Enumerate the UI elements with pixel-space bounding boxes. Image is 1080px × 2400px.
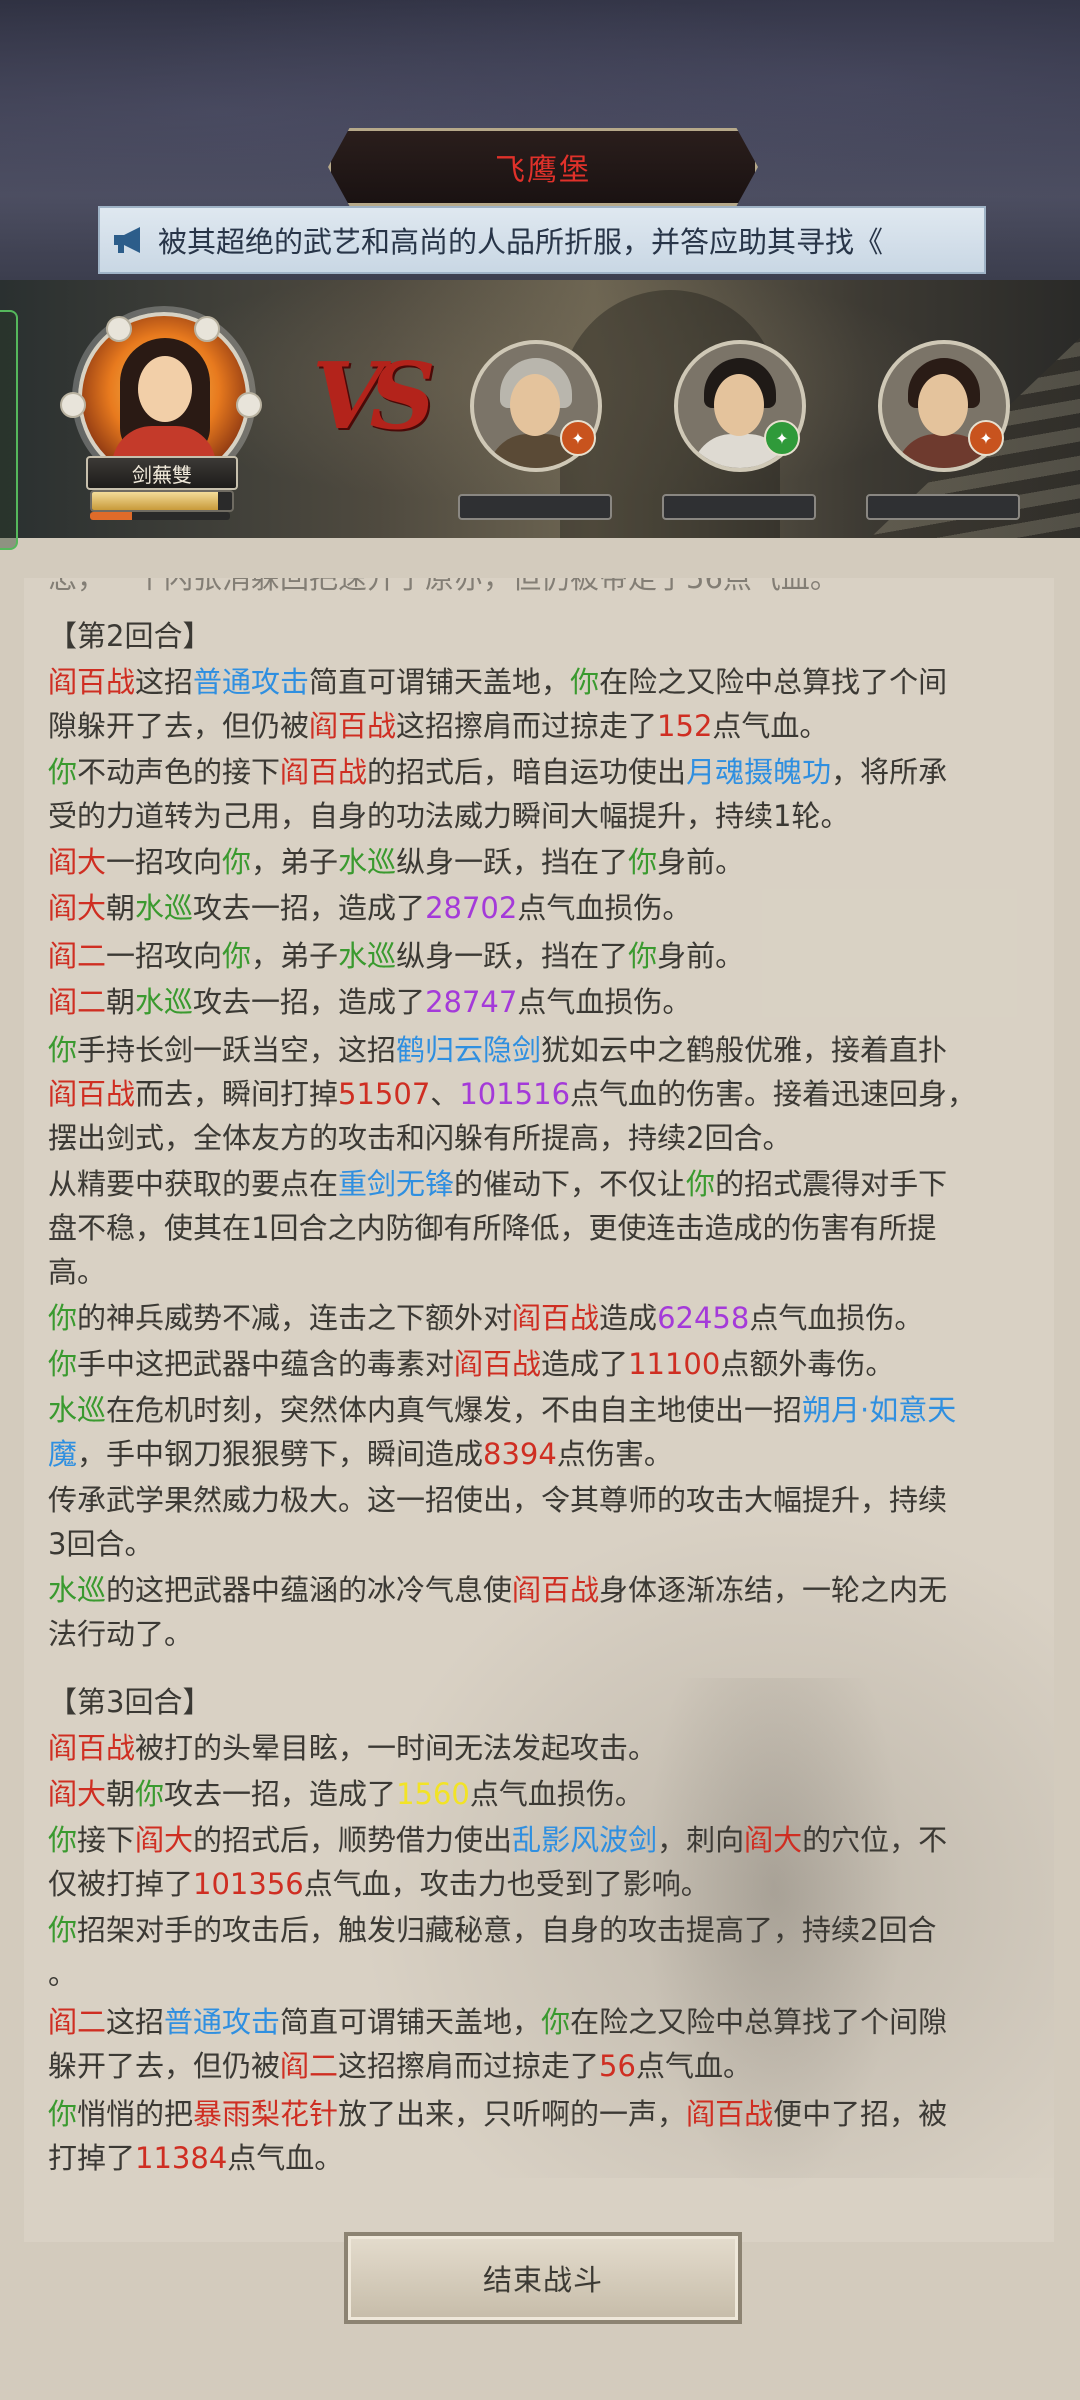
log-line: 你招架对手的攻击后，触发归藏秘意，自身的攻击提高了，持续2回合	[48, 1913, 937, 1947]
log-line: 仅被打掉了101356点气血，攻击力也受到了影响。	[48, 1867, 710, 1901]
log-line: 你悄悄的把暴雨梨花针放了出来，只听啊的一声，阎百战便中了招，被	[48, 2097, 948, 2131]
swordsman-portrait-icon	[714, 374, 764, 436]
log-line: 魔，手中钢刀狠狠劈下，瞬间造成8394点伤害。	[48, 1437, 673, 1471]
warrior-portrait-icon	[918, 374, 968, 436]
log-line: 你接下阎大的招式后，顺势借力使出乱影风波剑，刺向阎大的穴位，不	[48, 1823, 948, 1857]
buff-orb-icon	[194, 316, 220, 342]
player-face	[138, 356, 192, 422]
log-line: 盘不稳，使其在1回合之内防御有所降低，更使连击造成的伤害有所提	[48, 1211, 937, 1245]
side-panel-handle[interactable]	[0, 310, 18, 550]
log-line: 传承武学果然威力极大。这一招使出，令其尊师的攻击大幅提升，持续	[48, 1483, 948, 1517]
notice-text: 被其超绝的武艺和高尚的人品所折服，并答应助其寻找《	[158, 225, 884, 259]
fire-element-icon: ✦	[968, 420, 1004, 456]
buff-orb-icon	[106, 316, 132, 342]
fire-element-icon: ✦	[560, 420, 596, 456]
log-line: 水巡的这把武器中蕴涵的冰冷气息使阎百战身体逐渐冻结，一轮之内无	[48, 1573, 948, 1607]
location-title-plate: 飞鹰堡	[328, 128, 758, 206]
log-line: 阎百战而去，瞬间打掉51507、101516点气血的伤害。接着迅速回身，	[48, 1077, 977, 1111]
end-battle-label: 结束战斗	[482, 2263, 603, 2297]
log-line: 阎二一招攻向你，弟子水巡纵身一跃，挡在了你身前。	[48, 939, 745, 973]
player-hp-bar	[90, 490, 234, 512]
log-line: 你不动声色的接下阎百战的招式后，暗自运功使出月魂摄魄功，将所承	[48, 755, 948, 789]
enemy-hp-bar-3	[866, 494, 1020, 520]
round-header: 【第2回合】	[48, 619, 212, 653]
log-line: 你手持长剑一跃当空，这招鹤归云隐剑犹如云中之鹤般优雅，接着直扑	[48, 1033, 948, 1067]
enemy-hp-bar-2	[662, 494, 816, 520]
log-line: 法行动了。	[48, 1617, 194, 1651]
log-line: 隙躲开了去，但仍被阎百战这招擦肩而过掠走了152点气血。	[48, 709, 829, 743]
log-line: 。	[48, 1957, 78, 1991]
log-line: 阎二朝水巡攻去一招，造成了28747点气血损伤。	[48, 985, 692, 1019]
log-line: 躲开了去，但仍被阎二这招擦肩而过掠走了56点气血。	[48, 2049, 752, 2083]
log-line: 阎二这招普通攻击简直可谓铺天盖地，你在险之又险中总算找了个间隙	[48, 2005, 948, 2039]
player-nameplate: 剑蕪雙	[86, 456, 238, 490]
player-name: 剑蕪雙	[132, 462, 192, 487]
log-line: 打掉了11384点气血。	[48, 2141, 344, 2175]
player-energy-fill	[90, 512, 132, 520]
player-energy-bar	[90, 512, 230, 520]
vs-emblem: VS	[312, 342, 436, 450]
log-line: 你手中这把武器中蕴含的毒素对阎百战造成了11100点额外毒伤。	[48, 1347, 895, 1381]
battle-log[interactable]: 怎，一个闪张消躲回把速开了原亦，但仍被带走了56点气血。 【第2回合】 阎百战这…	[24, 578, 1054, 2242]
log-line: 从精要中获取的要点在重剑无锋的催动下，不仅让你的招式震得对手下	[48, 1167, 948, 1201]
log-line: 高。	[48, 1255, 107, 1289]
elder-portrait-icon	[510, 374, 560, 436]
log-line: 你的神兵威势不减，连击之下额外对阎百战造成62458点气血损伤。	[48, 1301, 924, 1335]
log-line: 3回合。	[48, 1527, 154, 1561]
end-battle-button[interactable]: 结束战斗	[344, 2232, 742, 2324]
log-line: 阎大朝你攻去一招，造成了1560点气血损伤。	[48, 1777, 644, 1811]
player-hp-fill	[92, 492, 218, 510]
wood-element-icon: ✦	[764, 420, 800, 456]
buff-orb-icon	[236, 392, 262, 418]
log-line: 怎，一个闪张消躲回把速开了原亦，但仍被带走了56点气血。	[48, 578, 839, 595]
log-line: 阎大一招攻向你，弟子水巡纵身一跃，挡在了你身前。	[48, 845, 745, 879]
notice-bar[interactable]: 被其超绝的武艺和高尚的人品所折服，并答应助其寻找《	[98, 206, 986, 274]
log-line: 水巡在危机时刻，突然体内真气爆发，不由自主地使出一招朔月·如意天	[48, 1393, 957, 1427]
enemy-hp-bar-1	[458, 494, 612, 520]
location-title: 飞鹰堡	[495, 153, 591, 188]
log-line: 摆出剑式，全体友方的攻击和闪躲有所提高，持续2回合。	[48, 1121, 792, 1155]
log-line: 阎百战被打的头晕目眩，一时间无法发起攻击。	[48, 1731, 658, 1765]
log-line: 阎百战这招普通攻击简直可谓铺天盖地，你在险之又险中总算找了个间	[48, 665, 948, 699]
log-line: 阎大朝水巡攻去一招，造成了28702点气血损伤。	[48, 891, 692, 925]
megaphone-icon	[100, 208, 158, 272]
buff-orb-icon	[60, 392, 86, 418]
round-header: 【第3回合】	[48, 1685, 212, 1719]
header-banner: 飞鹰堡 被其超绝的武艺和高尚的人品所折服，并答应助其寻找《	[0, 0, 1080, 280]
log-line: 受的力道转为己用，自身的功法威力瞬间大幅提升，持续1轮。	[48, 799, 850, 833]
